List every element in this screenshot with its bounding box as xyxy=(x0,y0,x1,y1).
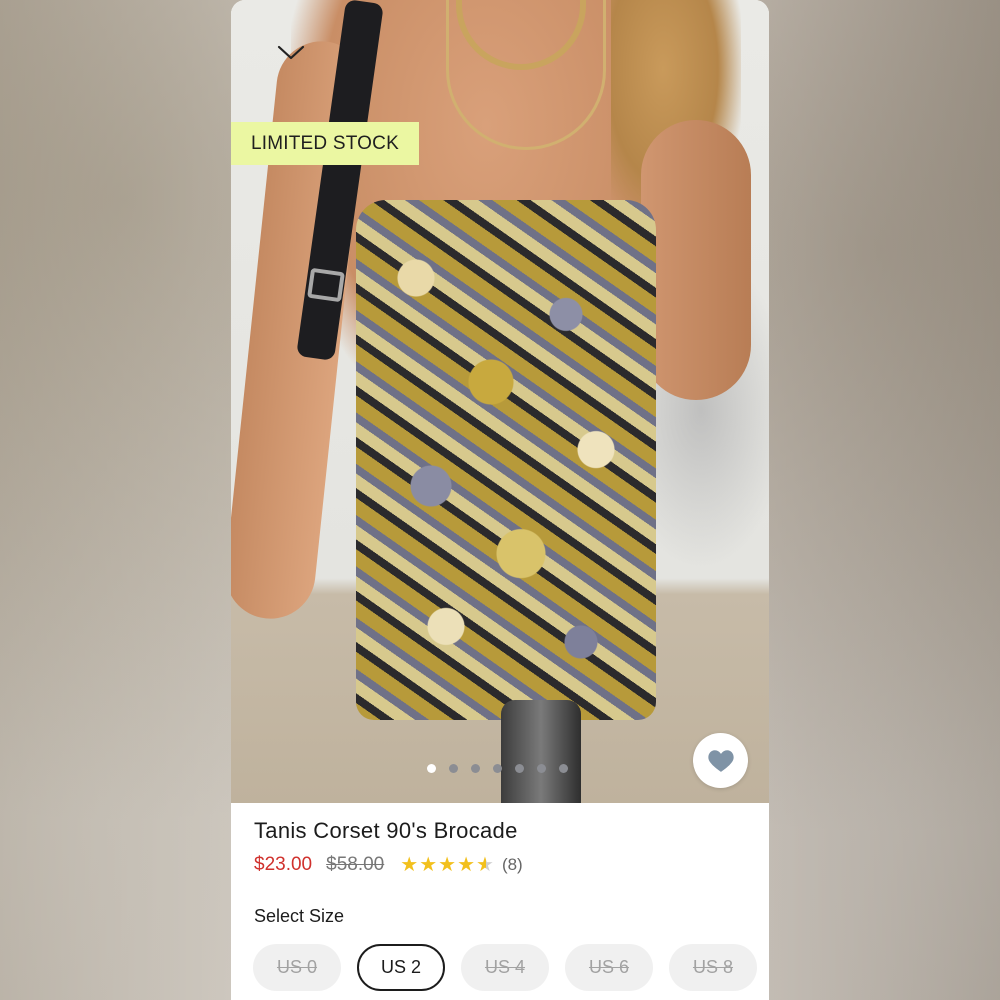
carousel-dot[interactable] xyxy=(515,764,524,773)
chevron-down-icon xyxy=(277,45,305,60)
star-icon: ★ xyxy=(457,854,475,876)
heart-icon xyxy=(707,750,734,772)
original-price: $58.00 xyxy=(326,854,385,875)
product-screen: LIMITED STOCK Tanis Corset 90's Brocade … xyxy=(231,0,769,1000)
size-option-us-6[interactable]: US 6 xyxy=(565,944,653,991)
star-icon: ★ xyxy=(400,854,419,876)
sale-price: $23.00 xyxy=(254,854,313,875)
carousel-dot[interactable] xyxy=(471,764,480,773)
bag-buckle xyxy=(307,267,345,303)
star-icon: ★ xyxy=(438,854,457,876)
limited-stock-badge: LIMITED STOCK xyxy=(231,122,419,165)
star-half-icon: ★ xyxy=(476,854,494,876)
wishlist-button[interactable] xyxy=(693,733,748,788)
price-row: $23.00 $58.00 ★ ★ ★ ★ ★ (8) xyxy=(254,854,769,876)
size-option-us-4[interactable]: US 4 xyxy=(461,944,549,991)
select-size-label: Select Size xyxy=(254,906,345,926)
size-options: US 0 US 2 US 4 US 6 US 8 xyxy=(253,944,769,991)
carousel-dot[interactable] xyxy=(559,764,568,773)
star-icon: ★ xyxy=(419,854,438,876)
carousel-dot[interactable] xyxy=(537,764,546,773)
model-arm-right xyxy=(641,120,751,400)
model-boot xyxy=(501,700,581,803)
product-title: Tanis Corset 90's Brocade xyxy=(254,818,518,843)
review-count[interactable]: (8) xyxy=(502,855,523,875)
carousel-dot[interactable] xyxy=(427,764,436,773)
carousel-dot[interactable] xyxy=(449,764,458,773)
brocade-dress xyxy=(356,200,656,720)
size-option-us-0[interactable]: US 0 xyxy=(253,944,341,991)
size-option-us-2[interactable]: US 2 xyxy=(357,944,445,991)
carousel-dot[interactable] xyxy=(493,764,502,773)
carousel-dots[interactable] xyxy=(427,764,568,773)
rating-stars[interactable]: ★ ★ ★ ★ ★ xyxy=(400,855,494,875)
collapse-button[interactable] xyxy=(271,38,311,68)
size-option-us-8[interactable]: US 8 xyxy=(669,944,757,991)
product-info: Tanis Corset 90's Brocade $23.00 $58.00 … xyxy=(254,818,769,876)
product-image[interactable]: LIMITED STOCK xyxy=(231,0,769,803)
